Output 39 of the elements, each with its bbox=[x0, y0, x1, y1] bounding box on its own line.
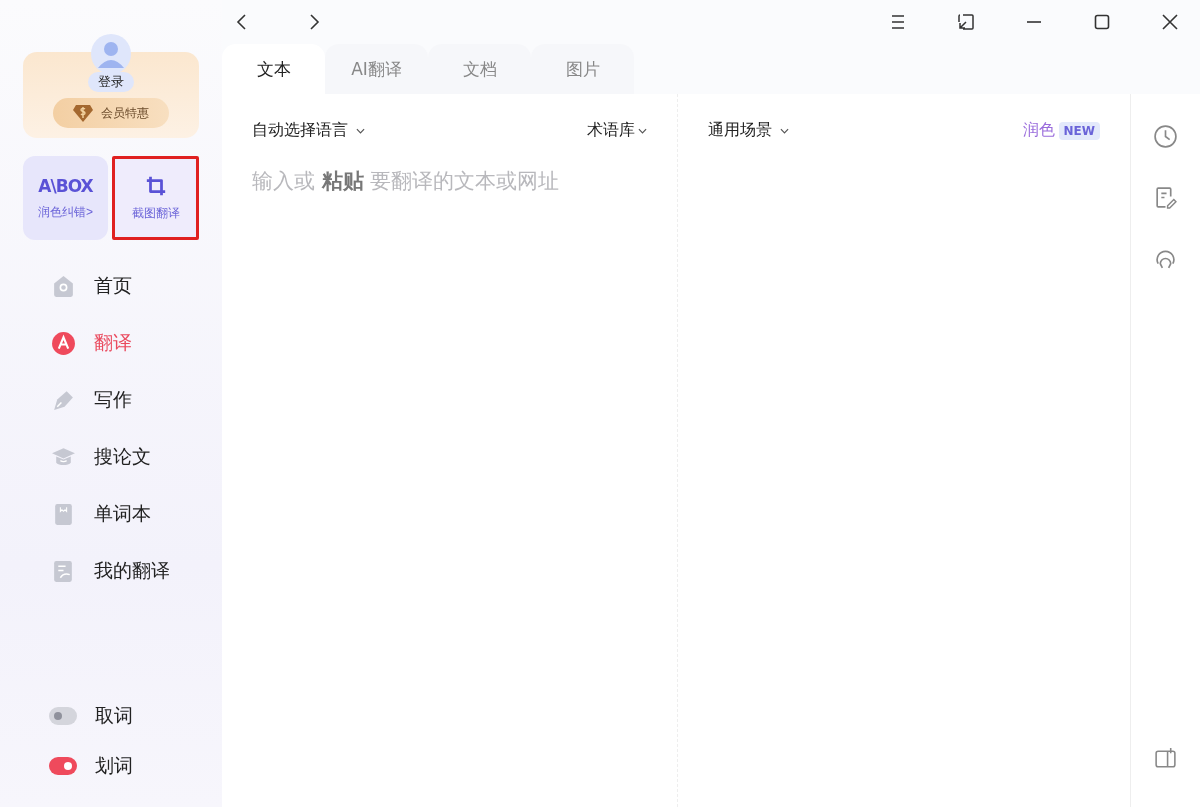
toggle-label: 划词 bbox=[95, 753, 133, 778]
glossary-dropdown[interactable]: 术语库 bbox=[587, 120, 647, 141]
note-edit-icon[interactable] bbox=[1153, 185, 1178, 210]
language-dropdown[interactable]: 自动选择语言 bbox=[252, 120, 366, 141]
feature-card[interactable]: 截图翻译 bbox=[112, 156, 199, 240]
nav-item[interactable]: 单词本 bbox=[51, 498, 199, 530]
mini-window-icon[interactable] bbox=[956, 12, 976, 32]
tab[interactable]: 文本 bbox=[222, 44, 325, 94]
side-panel-icon[interactable] bbox=[1153, 746, 1178, 771]
aibox-logo: A\BOX bbox=[38, 175, 93, 196]
close-icon[interactable] bbox=[1160, 12, 1180, 32]
toggle-label: 取词 bbox=[95, 703, 133, 728]
feature-card[interactable]: A\BOX 润色纠错> bbox=[23, 156, 108, 240]
nav-item[interactable]: 首页 bbox=[51, 270, 199, 302]
feature-label: 截图翻译 bbox=[131, 204, 180, 222]
new-badge: NEW bbox=[1058, 121, 1100, 140]
toggle-switch[interactable] bbox=[49, 707, 77, 725]
nav-item[interactable]: 我的翻译 bbox=[51, 555, 199, 587]
chevron-down-icon bbox=[638, 127, 647, 134]
history-clock-icon[interactable] bbox=[1153, 124, 1178, 149]
home-icon bbox=[51, 273, 76, 299]
nav-item[interactable]: 写作 bbox=[51, 384, 199, 416]
maximize-icon[interactable] bbox=[1092, 12, 1112, 32]
feature-label: 润色纠错> bbox=[38, 203, 93, 221]
login-button[interactable]: 登录 bbox=[88, 72, 134, 92]
diamond-coin-icon bbox=[73, 104, 93, 122]
chevron-down-icon bbox=[780, 127, 790, 134]
translate-icon bbox=[51, 330, 76, 356]
source-text-field[interactable]: 输入或 粘贴 要翻译的文本或网址 bbox=[252, 167, 647, 727]
vip-offer-button[interactable]: 会员特惠 bbox=[53, 98, 169, 128]
polish-link[interactable]: 润色 bbox=[1022, 120, 1055, 141]
toggle-switch[interactable] bbox=[49, 757, 77, 775]
chevron-down-icon bbox=[356, 127, 366, 134]
nav-item[interactable]: 搜论文 bbox=[51, 441, 199, 473]
scene-dropdown[interactable]: 通用场景 bbox=[708, 120, 790, 141]
crop-icon bbox=[144, 174, 167, 197]
avatar-icon bbox=[91, 34, 131, 74]
nav-item[interactable]: 翻译 bbox=[51, 327, 199, 359]
placeholder-text: 输入或 粘贴 要翻译的文本或网址 bbox=[252, 169, 560, 193]
